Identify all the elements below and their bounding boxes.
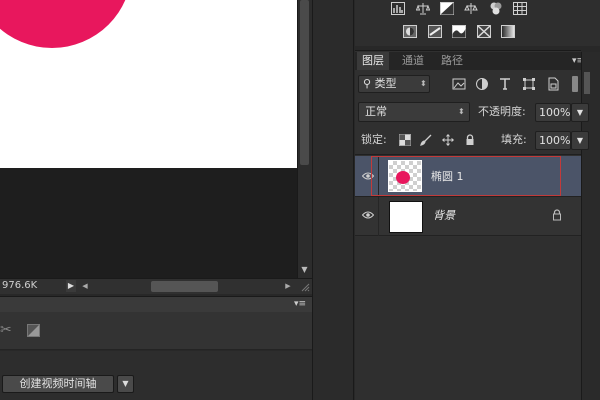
black-white-icon[interactable] xyxy=(440,2,454,15)
lock-icon xyxy=(553,209,561,221)
scroll-right-arrow-icon[interactable]: ▶ xyxy=(283,280,293,292)
red-ellipse-shape xyxy=(0,0,132,48)
create-video-timeline-button[interactable]: 创建视频时间轴 xyxy=(2,375,114,393)
canvas-vertical-scroll-thumb[interactable] xyxy=(300,0,309,165)
color-balance-icon[interactable] xyxy=(464,2,478,15)
type-layer-filter-icon[interactable] xyxy=(498,77,512,91)
document-page[interactable] xyxy=(0,0,297,168)
document-size-readout: 976.6K xyxy=(2,280,38,291)
fill-label: 填充: xyxy=(501,133,527,146)
invert-icon[interactable] xyxy=(403,25,417,38)
lock-label: 锁定: xyxy=(361,133,387,146)
layer-name[interactable]: 背景 xyxy=(433,209,455,223)
transition-icon[interactable] xyxy=(27,324,40,337)
create-timeline-dropdown-icon[interactable]: ▼ xyxy=(117,375,134,393)
eye-icon[interactable] xyxy=(362,211,374,219)
smart-object-filter-icon[interactable] xyxy=(546,77,560,91)
canvas-horizontal-scroll-thumb[interactable] xyxy=(151,281,218,292)
resize-grip-icon[interactable] xyxy=(300,282,310,292)
tab-paths[interactable]: 路径 xyxy=(436,52,468,70)
adjustment-layer-filter-icon[interactable] xyxy=(475,77,489,91)
timeline-toolbar xyxy=(0,312,312,350)
scroll-left-arrow-icon[interactable]: ◀ xyxy=(80,280,90,292)
filter-toggle-switch[interactable] xyxy=(572,76,578,92)
timeline-panel-header xyxy=(0,296,312,312)
scroll-down-arrow-icon[interactable]: ▼ xyxy=(299,264,310,276)
color-lookup-icon[interactable] xyxy=(513,2,527,15)
opacity-input[interactable]: 100% xyxy=(535,103,571,122)
gradient-map-icon[interactable] xyxy=(501,25,515,38)
layers-divider xyxy=(355,154,581,155)
shape-layer-filter-icon[interactable] xyxy=(522,77,536,91)
chevron-updown-icon: ⬍ xyxy=(420,79,427,88)
fill-input[interactable]: 100% xyxy=(535,131,571,150)
channel-mixer-icon[interactable] xyxy=(489,2,503,15)
threshold-icon[interactable] xyxy=(452,25,466,38)
status-menu-arrow-icon[interactable]: ▶ xyxy=(66,280,76,292)
blend-mode-select[interactable]: 正常 xyxy=(358,102,470,122)
lock-image-pixels-icon[interactable] xyxy=(420,134,432,146)
posterize-icon[interactable] xyxy=(428,25,442,38)
panel-dock-divider xyxy=(312,0,354,400)
levels-icon[interactable] xyxy=(391,2,405,15)
tab-layers[interactable]: 图层 xyxy=(357,52,389,70)
chevron-updown-icon: ⬍ xyxy=(458,107,465,116)
fill-dropdown-icon[interactable]: ▼ xyxy=(571,131,589,150)
scissors-icon[interactable]: ✂ xyxy=(0,322,12,338)
brightness-balance-icon[interactable] xyxy=(416,2,430,15)
tab-channels[interactable]: 通道 xyxy=(397,52,429,70)
search-icon: ⚲ xyxy=(363,77,372,90)
opacity-dropdown-icon[interactable]: ▼ xyxy=(571,103,589,122)
layer-thumbnail xyxy=(389,201,423,233)
layers-panel-scroll-thumb[interactable] xyxy=(584,72,590,94)
opacity-label: 不透明度: xyxy=(478,105,526,118)
pixel-layer-filter-icon[interactable] xyxy=(452,77,466,91)
layers-list-empty-area xyxy=(355,237,581,400)
lock-all-icon[interactable] xyxy=(464,134,476,146)
layer-filter-value: 类型 xyxy=(374,77,397,90)
timeline-panel-menu-icon[interactable]: ▾≡ xyxy=(294,299,308,309)
layer-highlight-outline xyxy=(371,156,561,196)
lock-position-icon[interactable] xyxy=(442,134,454,146)
lock-transparent-pixels-icon[interactable] xyxy=(399,134,411,146)
selective-color-icon[interactable] xyxy=(477,25,491,38)
